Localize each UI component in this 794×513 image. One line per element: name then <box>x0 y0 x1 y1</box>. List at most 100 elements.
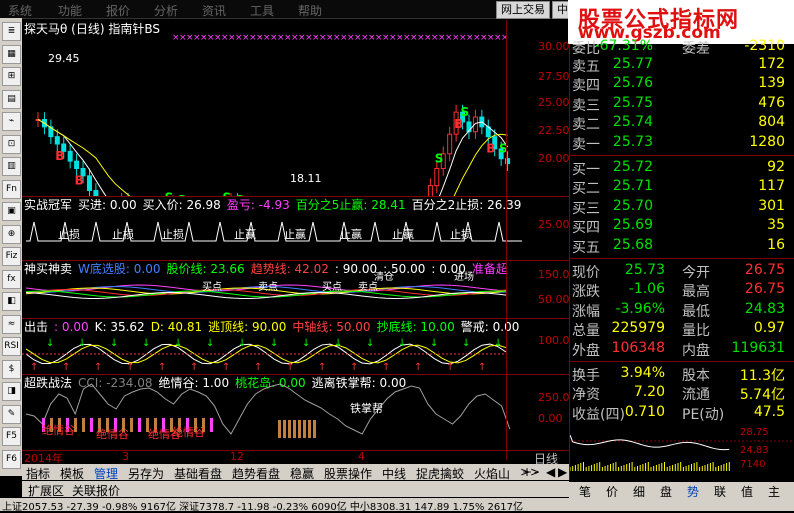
sell-marker: S <box>435 152 444 166</box>
toolbar-button-18[interactable]: F5 <box>2 427 21 446</box>
pane-shenmai[interactable]: 神买神卖 W底选股: 0.00 股价线: 23.66 趋势线: 42.02: 90.0… <box>22 260 569 318</box>
quote-row: 卖一 25.73 1280 <box>570 134 794 154</box>
tab-extension-area[interactable]: 扩展区 <box>28 482 64 499</box>
toolbar-button-9[interactable]: ⊕ <box>2 224 21 244</box>
menu-tools[interactable]: 工具 <box>250 2 274 19</box>
toolbar-button-4[interactable]: ⌁ <box>2 112 21 131</box>
pane-chaodie[interactable]: 超跌战法 CCI: -234.08 绝情谷: 1.00 桃花岛: 0.00 逃离铁掌帮:… <box>22 374 569 450</box>
mini-lo-label: 24.83 <box>740 445 769 456</box>
quote-label: 涨跌 <box>572 284 600 301</box>
tab-control-3[interactable]: ▶ <box>558 465 567 479</box>
quote-label: 外盘 <box>572 342 600 359</box>
tab-8[interactable]: 中线 <box>382 465 406 482</box>
tab-control-1[interactable]: - <box>534 465 538 479</box>
toolbar-button-11[interactable]: fx <box>2 269 21 289</box>
pane4-arrow: ↓ <box>270 338 278 349</box>
menu-analysis[interactable]: 分析 <box>154 2 178 19</box>
toolbar-button-16[interactable]: ◨ <box>2 382 21 401</box>
toolbar-button-8[interactable]: ▣ <box>2 202 21 221</box>
quote-tab-0[interactable]: 笔 <box>579 483 591 500</box>
pane3-chart: 买点 卖点 买点 卖点清仓 进场 <box>25 270 507 299</box>
quote-value: 106348 <box>611 339 665 356</box>
pane4-chart: ↑ ↓ ↑ ↓ ↑ ↓ ↑ ↓ ↑ ↓ ↑ ↓ ↑ ↓ ↑ ↓ ↑ ↓ ↑ ↓ ↑ ↓ ↑ ↓ ↑ ↓ ↑ ↓ ↑ ↓ <box>22 338 507 373</box>
pane-shizhan[interactable]: 实战冠军 买进: 0.00 买入价: 26.98 盈亏: -4.93 百分之5止赢: 2… <box>22 196 569 260</box>
toolbar-button-12[interactable]: ◧ <box>2 292 21 311</box>
toolbar-button-19[interactable]: F6 <box>2 449 21 469</box>
pane3-mark: 买点 <box>202 281 222 293</box>
pane4-arrow: ↑ <box>382 362 390 373</box>
tab-control-2[interactable]: ◀ <box>546 465 555 479</box>
candlestick-chart: × × × × × × × × × × × × × × × × × × × × × × × × × × × × × × × × × × × × × × × ×… <box>35 33 511 196</box>
tab-5[interactable]: 趋势看盘 <box>232 465 280 482</box>
menu-quote[interactable]: 报价 <box>106 2 130 19</box>
buy-marker: B <box>75 174 84 188</box>
toolbar-button-10[interactable]: Fiz <box>2 247 21 266</box>
toolbar-button-6[interactable]: ▥ <box>2 157 21 176</box>
quote-price: 25.70 <box>612 197 653 214</box>
pane-chuji[interactable]: 出击: 0.00 K: 35.62 D: 40.81 逃顶线: 90.00 中轴线: 5… <box>22 318 569 374</box>
toolbar-button-5[interactable]: ⊡ <box>2 134 21 154</box>
pane4-arrow: ↓ <box>46 338 54 349</box>
toolbar-button-7[interactable]: Fn <box>2 179 21 199</box>
tab-10[interactable]: 火焰山 <box>474 465 510 482</box>
candle-body <box>74 160 80 169</box>
pane4-arrow: ↓ <box>462 338 470 349</box>
toolbar-button-14[interactable]: RSI <box>2 337 21 356</box>
menu-info[interactable]: 资讯 <box>202 2 226 19</box>
pane4-arrow: ↓ <box>366 338 374 349</box>
candle-body <box>447 133 453 155</box>
tab-4[interactable]: 基础看盘 <box>174 465 222 482</box>
quote-tab-2[interactable]: 细 <box>633 483 645 500</box>
quote-label: 卖四 <box>572 78 600 95</box>
toolbar-button-15[interactable]: $ <box>2 359 21 379</box>
toolbar-button-2[interactable]: ⊞ <box>2 67 21 86</box>
online-trade-button[interactable]: 网上交易 <box>496 1 550 19</box>
pane4-arrow: ↑ <box>478 362 486 373</box>
tab-2[interactable]: 管理 <box>94 465 118 482</box>
quote-row: 卖二 25.74 804 <box>570 114 794 134</box>
menu-help[interactable]: 帮助 <box>298 2 322 19</box>
quote-tab-5[interactable]: 联 <box>714 483 726 500</box>
toolbar-button-17[interactable]: ✎ <box>2 404 21 424</box>
toolbar-button-3[interactable]: ▤ <box>2 89 21 109</box>
quote-tab-6[interactable]: 值 <box>741 483 753 500</box>
pane4-arrow: ↓ <box>302 338 310 349</box>
toolbar-button-13[interactable]: ≈ <box>2 314 21 334</box>
quote-label: 现价 <box>572 265 600 281</box>
tab-3[interactable]: 另存为 <box>128 465 164 482</box>
toolbar-button-0[interactable]: ≣ <box>2 22 21 41</box>
pane4-arrow: ↑ <box>158 362 166 373</box>
quote-tab-7[interactable]: 主 <box>768 483 780 500</box>
quote-value: 0.710 <box>624 403 665 420</box>
tab-0[interactable]: 指标 <box>26 465 50 482</box>
quote-price: 25.74 <box>612 114 653 131</box>
quote-tab-1[interactable]: 价 <box>606 483 618 500</box>
pane5-bar <box>298 420 301 438</box>
tab-control-0[interactable]: + <box>522 465 532 479</box>
signal-line <box>26 221 522 242</box>
tab-related-quote[interactable]: 关联报价 <box>72 482 120 499</box>
menu-function[interactable]: 功能 <box>58 2 82 19</box>
quote-tab-4[interactable]: 势 <box>687 483 699 500</box>
pane2-mark: 止损 <box>112 227 134 241</box>
candle-body <box>427 185 433 196</box>
y-tick-label: 22.50 <box>538 124 570 137</box>
quote-tab-3[interactable]: 盘 <box>660 483 672 500</box>
pane4-arrow: ↓ <box>398 338 406 349</box>
quote-label: 委差 <box>682 41 710 57</box>
menu-system[interactable]: 系统 <box>8 2 32 19</box>
chart-area[interactable]: 探天马θ (日线) 指南针BS × × × × × × × × × × × × × × × × × × × × × × × ×… <box>22 20 569 466</box>
quote-row: 买二 25.71 117 <box>570 178 794 198</box>
main-price-pane[interactable]: 探天马θ (日线) 指南针BS × × × × × × × × × × × × × × × × × × × × × × × ×… <box>22 20 569 196</box>
pane5-bar <box>283 420 286 438</box>
toolbar-button-1[interactable]: ▦ <box>2 44 21 64</box>
quote-value: 476 <box>758 94 785 111</box>
quote-label: 流通 <box>682 387 710 404</box>
x-axis: 2014年 3 12 4 日线 <box>22 450 569 466</box>
y-tick-label: 25.00 <box>538 218 570 231</box>
tab-9[interactable]: 捉虎擒蛟 <box>416 465 464 482</box>
tab-7[interactable]: 股票操作 <box>324 465 372 482</box>
buy-marker: B <box>486 142 495 156</box>
tab-1[interactable]: 模板 <box>60 465 84 482</box>
tab-6[interactable]: 稳赢 <box>290 465 314 482</box>
